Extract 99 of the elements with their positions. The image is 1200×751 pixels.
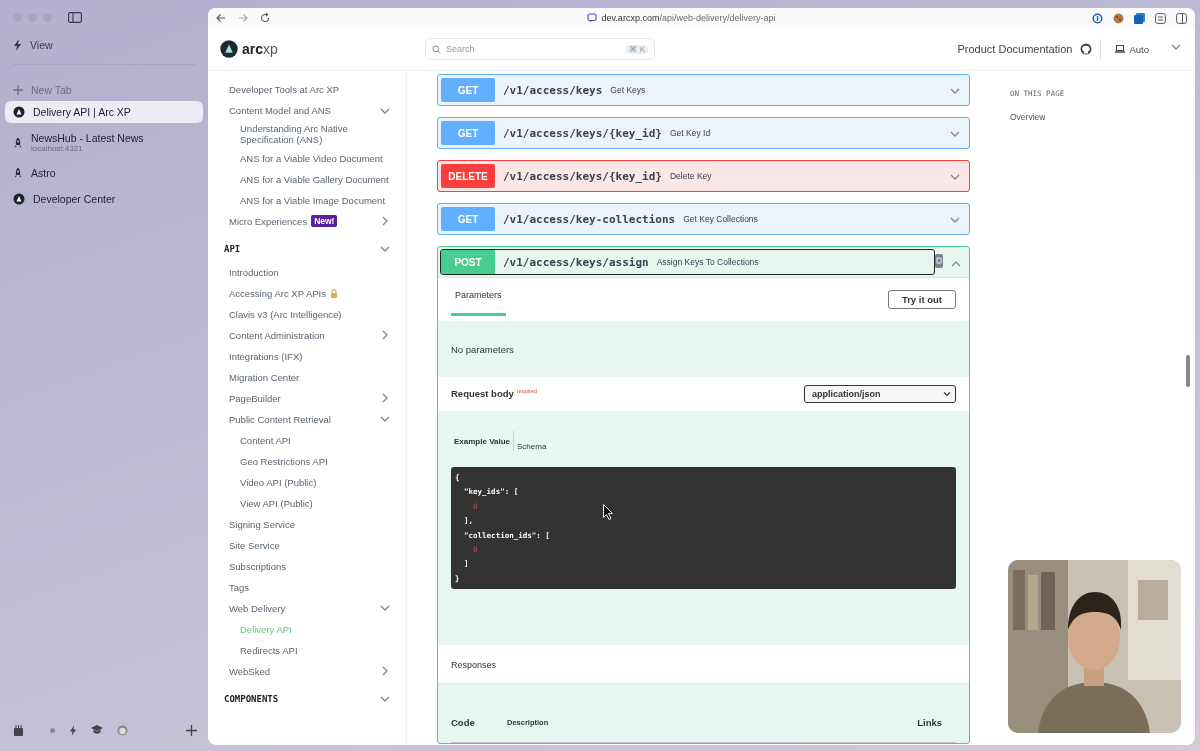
example-tab[interactable]: Example Value [451,431,515,451]
parameters-tab[interactable]: Parameters [451,278,506,316]
plus-icon [13,85,23,95]
operation-header[interactable]: DELETE /v1/access/keys/{key_id} Delete Key [438,161,969,191]
password-manager-icon[interactable] [1092,12,1103,24]
nav-section[interactable]: COMPONENTS [218,685,404,712]
layers-icon[interactable] [1134,12,1145,24]
nav-item[interactable]: Web Delivery [218,597,404,619]
try-it-out-button[interactable]: Try it out [887,290,956,309]
logo-icon[interactable] [220,40,238,58]
nav-item[interactable]: Site Service [218,534,404,556]
graduation-cap-icon[interactable] [91,725,103,735]
url-text[interactable]: dev.arcxp.com/api/web-delivery/delivery-api [601,13,776,23]
no-parameters-text: No parameters [451,342,515,357]
nav-item[interactable]: Developer Tools at Arc XP [218,79,404,100]
nav-item[interactable]: Geo Restrictions API [218,450,404,472]
browser-tab[interactable]: Astro [5,162,203,184]
responses-heading: Responses [451,659,497,670]
nav-item[interactable]: ANS for a Viable Video Document [218,147,404,169]
nav-item[interactable]: ANS for a Viable Gallery Document [218,168,404,190]
shortcut-hint: ⌘ K [626,44,648,54]
github-icon[interactable] [1080,43,1093,55]
nav-section[interactable]: API [218,235,404,262]
settings-icon[interactable] [1155,12,1166,24]
sidebar-action[interactable]: View [30,39,53,51]
copy-icon[interactable] [935,254,943,268]
endpoint-path: /v1/access/keys [503,83,603,97]
nav-item[interactable]: Public Content Retrieval [218,408,404,430]
bolt-icon[interactable] [69,724,77,736]
endpoint-path: /v1/access/key-collections [503,212,676,226]
endpoint-summary: Get Keys [610,85,647,95]
space-dot-icon[interactable] [50,727,55,733]
nav-item[interactable]: Clavis v3 (Arc Intelligence) [218,303,404,325]
endpoint-path: /v1/access/keys/{key_id} [503,169,662,183]
endpoint-summary: Assign Keys To Collections [656,257,760,267]
logo-text[interactable]: arcxp [242,41,278,57]
theme-selector[interactable]: Auto [1109,42,1155,56]
nav-item[interactable]: Integrations (IFX) [218,345,404,367]
sidebar-icon[interactable] [1176,12,1187,24]
nav-item[interactable]: Video API (Public) [218,471,404,493]
nav-item[interactable]: Accessing Arc XP APIs [218,282,404,304]
nav-item[interactable]: Content Model and ANS [218,100,404,121]
content-type-select[interactable]: application/json [804,385,956,403]
nav-item[interactable]: Understanding Arc Native Specification (ANS) [218,121,404,148]
endpoint-summary: Delete Key [669,171,713,181]
cookie-icon[interactable] [1113,12,1124,24]
rocket-icon [13,136,23,149]
method-badge: GET [441,121,495,145]
chevron-down-icon [943,391,951,397]
column-header: Code [451,716,476,728]
toc-link[interactable]: Overview [1010,112,1046,122]
laptop-icon [1115,45,1126,53]
endpoint-summary: Get Key Collections [683,214,759,224]
avatar-icon[interactable] [117,724,128,736]
search-icon [432,44,441,54]
endpoint-path: /v1/access/keys/assign [503,255,649,269]
nav-item[interactable]: Tags [218,576,404,598]
logo-icon [13,193,25,205]
nav-item[interactable]: PageBuilder [218,387,404,409]
archive-icon[interactable] [13,724,24,736]
request-body-label: Request body $^{required}$ [451,388,537,400]
nav-item[interactable]: WebSked [218,660,404,682]
method-badge: GET [441,78,495,102]
logo-icon [13,106,25,118]
method-badge: DELETE [441,164,495,188]
column-header: Links [917,716,942,728]
endpoint-path: /v1/access/keys/{key_id} [503,126,662,140]
reload-icon[interactable] [260,13,270,23]
site-info-icon[interactable] [586,13,597,23]
new-badge: New! [311,215,338,228]
cursor-icon [603,504,614,520]
method-badge: GET [441,207,495,231]
operation-header[interactable]: GET /v1/access/key-collections Get Key Collections [438,204,969,234]
endpoint-summary: Get Key Id [669,128,712,138]
nav-item[interactable]: Subscriptions [218,555,404,577]
nav-item[interactable]: Migration Center [218,366,404,388]
product-documentation-link[interactable]: Product Documentation [957,43,1073,55]
scrollbar-thumb[interactable] [1186,355,1190,387]
nav-item[interactable]: Signing Service [218,513,404,535]
operation-header[interactable]: POST /v1/access/keys/assign Assign Keys To Collections [440,249,935,275]
nav-item[interactable]: Content API [218,429,404,451]
bolt-icon [13,39,22,51]
example-tab[interactable]: Schema [514,431,550,451]
sidebar-toggle-icon[interactable] [68,11,82,23]
method-badge: POST [441,250,495,274]
back-icon[interactable] [216,13,226,23]
nav-item[interactable]: Content Administration [218,324,404,346]
operation-header[interactable]: GET /v1/access/keys Get Keys [438,75,969,105]
rocket-icon [13,167,23,179]
browser-tab[interactable]: Developer Center [5,188,203,210]
nav-item[interactable]: Introduction [218,261,404,283]
nav-item[interactable]: ANS for a Viable Image Document [218,189,404,211]
nav-item[interactable]: Micro Experiences New! [218,210,404,232]
browser-tab[interactable]: Delivery API | Arc XP [5,101,203,123]
nav-item[interactable]: Redirects API [218,639,404,661]
plus-icon[interactable] [186,724,197,736]
browser-tab[interactable]: NewsHub - Latest News localhost:4321 [5,127,203,158]
nav-item[interactable]: View API (Public) [218,492,404,514]
operation-header[interactable]: GET /v1/access/keys/{key_id} Get Key Id [438,118,969,148]
